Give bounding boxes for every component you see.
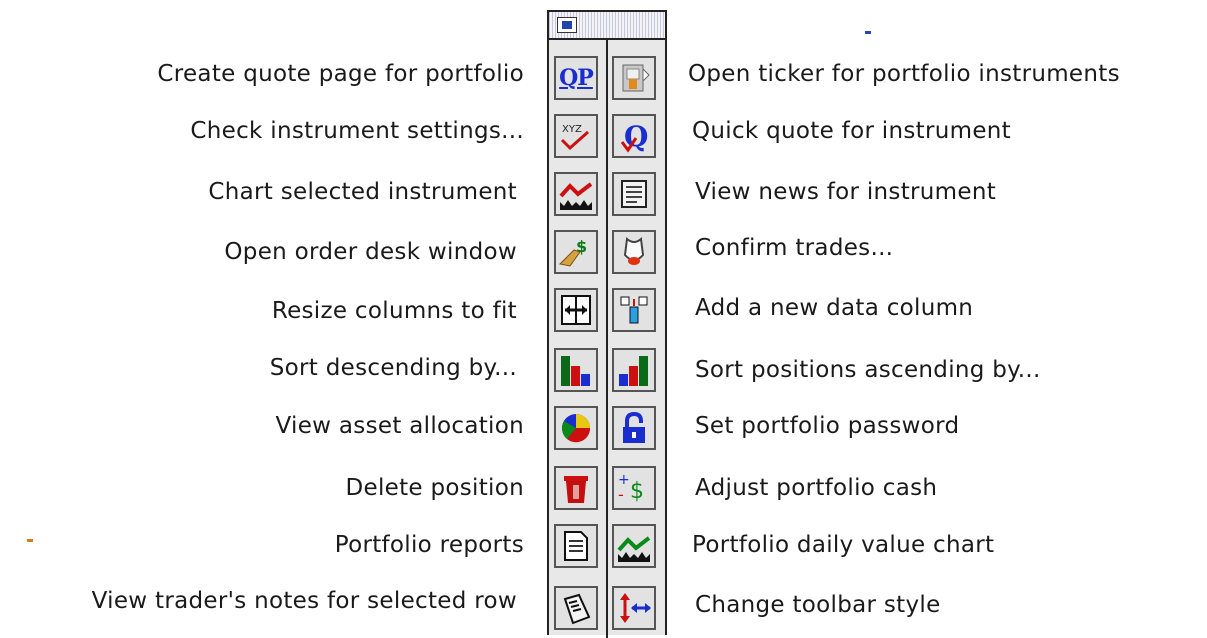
column-divider <box>606 38 608 638</box>
notes-button[interactable] <box>554 586 598 630</box>
adjust-cash-button[interactable]: + - $ <box>612 466 656 510</box>
chart-icon <box>559 182 593 210</box>
left-label-delete-position: Delete position <box>345 475 524 501</box>
lock-icon <box>623 411 645 443</box>
right-label-news: View news for instrument <box>695 179 997 205</box>
trash-icon <box>564 476 588 503</box>
cash-adjust-icon: + - $ <box>618 472 644 504</box>
daily-value-chart-button[interactable] <box>612 524 656 568</box>
sort-descending-button[interactable] <box>554 348 598 392</box>
toolbar-style-icon <box>620 593 651 623</box>
instrument-settings-icon: XYZ <box>560 124 589 151</box>
confirm-trades-button[interactable] <box>612 230 656 274</box>
quick-quote-button[interactable]: Q <box>612 114 656 158</box>
right-label-adjust-cash: Adjust portfolio cash <box>695 475 938 501</box>
left-label-asset-allocation: View asset allocation <box>275 413 524 439</box>
order-desk-icon: $ <box>558 237 587 267</box>
sort-descending-icon <box>561 356 590 386</box>
left-label-resize-columns: Resize columns to fit <box>271 298 517 324</box>
svg-text:$: $ <box>630 479 644 504</box>
right-label-sort-ascending: Sort positions ascending by... <box>695 357 1041 383</box>
left-label-quote-page: Create quote page for portfolio <box>157 61 524 87</box>
resize-columns-icon <box>561 295 591 325</box>
left-label-sort-descending: Sort descending by... <box>269 355 517 381</box>
left-label-trader-notes: View trader's notes for selected row <box>91 588 517 614</box>
add-column-icon <box>620 296 648 324</box>
toolbar-palette: QP XYZ Q $ + - $ <box>547 10 667 638</box>
reports-button[interactable] <box>554 524 598 568</box>
ticker-icon <box>622 64 650 92</box>
order-desk-button[interactable]: $ <box>554 230 598 274</box>
svg-text:-: - <box>618 485 624 504</box>
svg-text:XYZ: XYZ <box>562 124 582 135</box>
ticker-button[interactable] <box>612 56 656 100</box>
close-box-icon[interactable] <box>557 17 577 33</box>
password-button[interactable] <box>612 406 656 450</box>
right-label-daily-value: Portfolio daily value chart <box>692 532 995 558</box>
quote-page-button[interactable]: QP <box>554 56 598 100</box>
delete-position-button[interactable] <box>554 466 598 510</box>
right-label-confirm-trades: Confirm trades... <box>695 235 894 261</box>
news-button[interactable] <box>612 172 656 216</box>
quick-quote-icon: Q <box>620 120 648 153</box>
right-label-add-column: Add a new data column <box>695 295 974 321</box>
svg-text:$: $ <box>576 237 587 256</box>
toolbar-style-button[interactable] <box>612 586 656 630</box>
add-column-button[interactable] <box>612 288 656 332</box>
right-label-password: Set portfolio password <box>695 413 960 439</box>
pie-chart-icon <box>561 414 591 443</box>
left-label-instrument-settings: Check instrument settings... <box>190 118 524 144</box>
resize-columns-button[interactable] <box>554 288 598 332</box>
quote-page-icon: QP <box>559 65 594 91</box>
palette-titlebar[interactable] <box>549 12 665 40</box>
notes-icon <box>563 593 591 625</box>
right-label-ticker: Open ticker for portfolio instruments <box>688 61 1120 87</box>
left-label-order-desk: Open order desk window <box>224 239 517 265</box>
chart-button[interactable] <box>554 172 598 216</box>
right-label-toolbar-style: Change toolbar style <box>695 592 941 618</box>
right-label-quick-quote: Quick quote for instrument <box>692 118 1011 144</box>
report-icon <box>564 531 588 561</box>
news-icon <box>621 180 647 208</box>
sort-ascending-icon <box>619 356 648 386</box>
speck <box>27 539 33 542</box>
left-label-chart-instrument: Chart selected instrument <box>208 179 517 205</box>
asset-allocation-button[interactable] <box>554 406 598 450</box>
speck <box>865 31 871 34</box>
confirm-trades-icon <box>623 237 645 265</box>
left-label-portfolio-reports: Portfolio reports <box>334 532 524 558</box>
daily-value-chart-icon <box>617 536 651 562</box>
instrument-settings-button[interactable]: XYZ <box>554 114 598 158</box>
sort-ascending-button[interactable] <box>612 348 656 392</box>
